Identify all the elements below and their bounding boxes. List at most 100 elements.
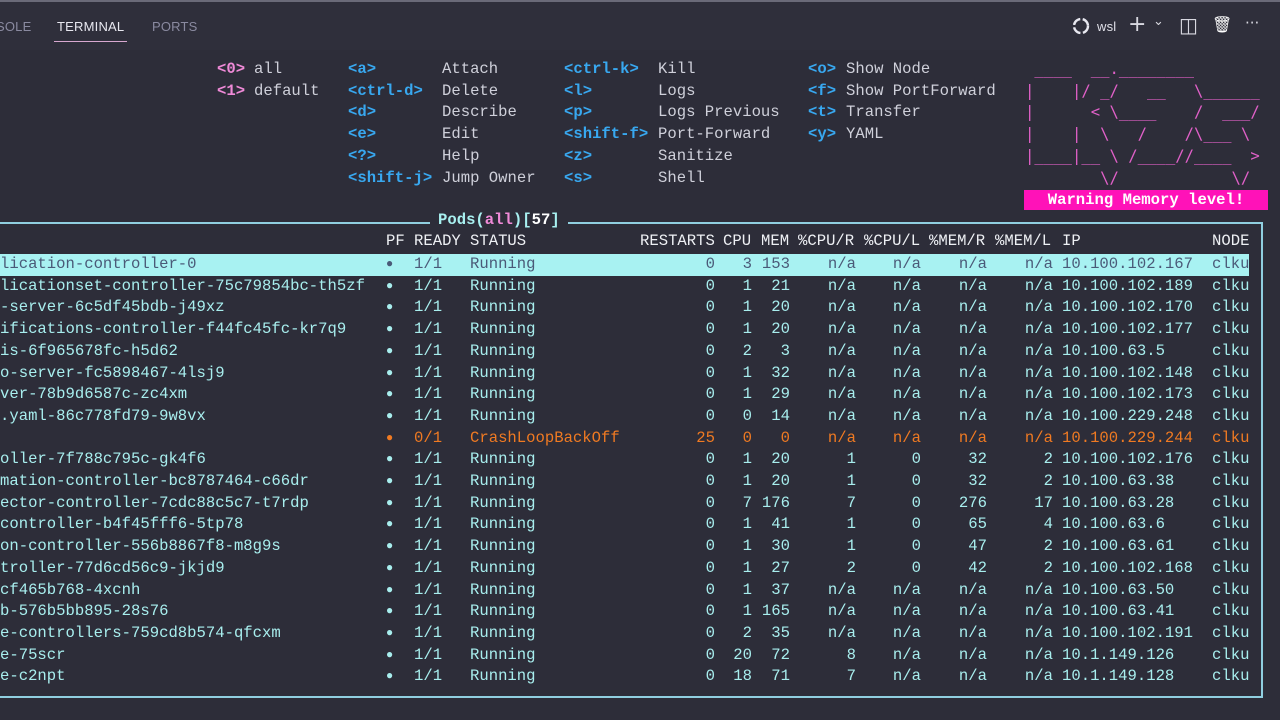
table-row[interactable]: ifications-controller-f44fc45fc-kr7q9 ● 1/… [0, 319, 1249, 341]
table-row[interactable]: mation-controller-bc8787464-c66dr ● 1/1 Run… [0, 471, 1249, 493]
cpu-req-pct: 7 [846, 667, 856, 686]
cpu-lim-pct: n/a [892, 580, 921, 599]
namespace-label[interactable]: all [254, 59, 282, 81]
cpu-req-pct: n/a [827, 385, 856, 404]
status: Running [470, 602, 536, 621]
pod-name: troller-77d6cd56c9-jkjd9 [0, 558, 225, 577]
shortcut-label: Delete [442, 81, 499, 100]
cpu: 3 [742, 255, 752, 273]
cpu: 7 [742, 493, 752, 512]
column-header[interactable]: CPU [723, 232, 751, 250]
ready: 1/1 [414, 363, 443, 382]
pod-name: controller-b4f45fff6-5tp78 [0, 515, 244, 534]
cpu-req-pct: n/a [827, 580, 856, 599]
restarts: 0 [705, 276, 715, 295]
table-row[interactable]: e-75scr ● 1/1 Running 0 20 72 8 n/a n/a n/a 10.1.14… [0, 645, 1249, 667]
column-header[interactable]: %MEM/R [929, 232, 985, 250]
terminal-profile-label[interactable]: wsl [1097, 19, 1116, 34]
restarts: 0 [705, 537, 715, 556]
title-prefix: Pods( [438, 211, 485, 229]
add-terminal-button[interactable]: + [1128, 12, 1146, 37]
port-forward-indicator: ● [386, 474, 394, 488]
more-actions-icon[interactable]: ··· [1245, 14, 1259, 32]
table-row[interactable]: e-controllers-759cd8b574-qfcxm ● 1/1 Runnin… [0, 623, 1249, 645]
cpu-lim-pct: 0 [911, 450, 921, 469]
table-row[interactable]: troller-77d6cd56c9-jkjd9 ● 1/1 Running 0 1 27 2… [0, 558, 1249, 580]
table-row[interactable]: o-server-fc5898467-4lsj9 ● 1/1 Running 0 1 32 n… [0, 363, 1249, 385]
table-row[interactable]: is-6f965678fc-h5d62 ● 1/1 Running 0 2 3 n/a n/a n… [0, 341, 1249, 363]
node: clku [1212, 298, 1250, 317]
shortcut-label: Transfer [846, 103, 921, 122]
namespace-key[interactable]: <0> [217, 59, 245, 81]
column-header[interactable]: STATUS [470, 232, 526, 250]
status: Running [470, 255, 536, 273]
cpu-lim-pct: n/a [892, 406, 921, 425]
column-header[interactable]: %CPU/L [864, 232, 920, 250]
mem-req-pct: n/a [958, 428, 987, 447]
node: clku [1212, 493, 1250, 512]
cpu: 0 [742, 406, 752, 425]
table-row[interactable]: oller-7f788c795c-gk4f6 ● 1/1 Running 0 1 20 1 0 3… [0, 449, 1249, 471]
namespace-key[interactable]: <1> [217, 81, 245, 103]
pod-name: e-75scr [0, 645, 66, 664]
tab-ports[interactable]: PORTS [152, 19, 198, 34]
cpu: 1 [742, 450, 752, 469]
column-header[interactable]: %MEM/L [995, 232, 1051, 250]
table-row[interactable]: e-c2npt ● 1/1 Running 0 18 71 7 n/a n/a n/a 10.1.14… [0, 666, 1249, 688]
shortcut-label: Show Node [846, 60, 931, 78]
node: clku [1212, 667, 1250, 686]
tab-terminal[interactable]: TERMINAL [53, 19, 128, 42]
shortcut-key: <ctrl-k> [564, 60, 639, 78]
status: Running [470, 580, 536, 599]
port-forward-indicator: ● [386, 300, 394, 315]
node: clku [1212, 428, 1250, 447]
mem-lim-pct: n/a [1024, 667, 1053, 686]
table-row[interactable]: ver-78b9d6587c-zc4xm ● 1/1 Running 0 1 29 n/a n/… [0, 384, 1249, 406]
column-header[interactable]: PF [386, 232, 405, 250]
ready: 1/1 [414, 515, 443, 534]
ubuntu-icon[interactable] [1071, 16, 1091, 41]
table-row[interactable]: -server-6c5df45bdb-j49xz ● 1/1 Running 0 1 20 n… [0, 297, 1249, 319]
pod-name: lication-controller-0 [0, 255, 197, 273]
node: clku [1212, 623, 1250, 642]
pod-name: o-server-fc5898467-4lsj9 [0, 363, 225, 382]
column-header[interactable]: IP [1062, 232, 1081, 250]
column-header[interactable]: NODE [1212, 232, 1249, 250]
cpu: 2 [742, 341, 752, 360]
trash-icon[interactable]: 🗑 [1212, 15, 1232, 34]
port-forward-indicator: ● [386, 322, 394, 337]
status: Running [470, 363, 536, 382]
table-row[interactable]: controller-b4f45fff6-5tp78 ● 1/1 Running 0 1 4… [0, 514, 1249, 536]
table-row[interactable]: b-576b5bb895-28s76 ● 1/1 Running 0 1 165 n/a n/a… [0, 601, 1249, 623]
shortcut-label: Show PortForward [846, 81, 996, 100]
pod-name: mation-controller-bc8787464-c66dr [0, 472, 309, 490]
table-row[interactable]: ● 0/1 CrashLoopBackOff 25 0 0 n/a n/a n/a n/a 10.1… [0, 428, 1249, 450]
column-header[interactable]: RESTARTS [640, 232, 715, 250]
mem-req-pct: n/a [958, 602, 987, 621]
column-header[interactable]: MEM [761, 232, 789, 250]
tab-debug-console[interactable]: SOLE [0, 19, 31, 34]
table-row[interactable]: cf465b768-4xcnh ● 1/1 Running 0 1 37 n/a n/a n/a n… [0, 580, 1249, 602]
column-header[interactable]: READY [414, 232, 461, 250]
status: Running [470, 667, 536, 686]
table-row[interactable]: lication-controller-0 ● 1/1 Running 0 3 153 n/a… [0, 254, 1249, 276]
split-terminal-icon[interactable]: ◫ [1179, 13, 1198, 37]
mem-lim-pct: 17 [1034, 493, 1053, 512]
column-header[interactable]: %CPU/R [798, 232, 854, 250]
node: clku [1212, 341, 1250, 360]
mem-req-pct: n/a [958, 363, 987, 382]
namespace-label[interactable]: default [254, 81, 320, 103]
table-row[interactable]: on-controller-556b8867f8-m8g9s ● 1/1 Runnin… [0, 536, 1249, 558]
shortcut-key: <z> [564, 146, 593, 165]
mem-req-pct: 276 [958, 493, 987, 512]
chevron-down-icon[interactable]: ⌄ [1153, 14, 1164, 29]
k9s-logo: ____ __.________ | |/ _/ __ \______ | < … [1025, 60, 1260, 187]
table-row[interactable]: ector-controller-7cdc88c5c7-t7rdp ● 1/1 Run… [0, 493, 1249, 515]
mem-lim-pct: n/a [1024, 428, 1053, 447]
port-forward-indicator: ● [386, 495, 394, 510]
port-forward-indicator: ● [386, 625, 394, 640]
ready: 1/1 [414, 472, 443, 490]
table-row[interactable]: licationset-controller-75c79854bc-th5zf ●… [0, 276, 1249, 298]
pod-name: is-6f965678fc-h5d62 [0, 341, 178, 360]
table-row[interactable]: .yaml-86c778fd79-9w8vx ● 1/1 Running 0 0 14 n/a… [0, 406, 1249, 428]
